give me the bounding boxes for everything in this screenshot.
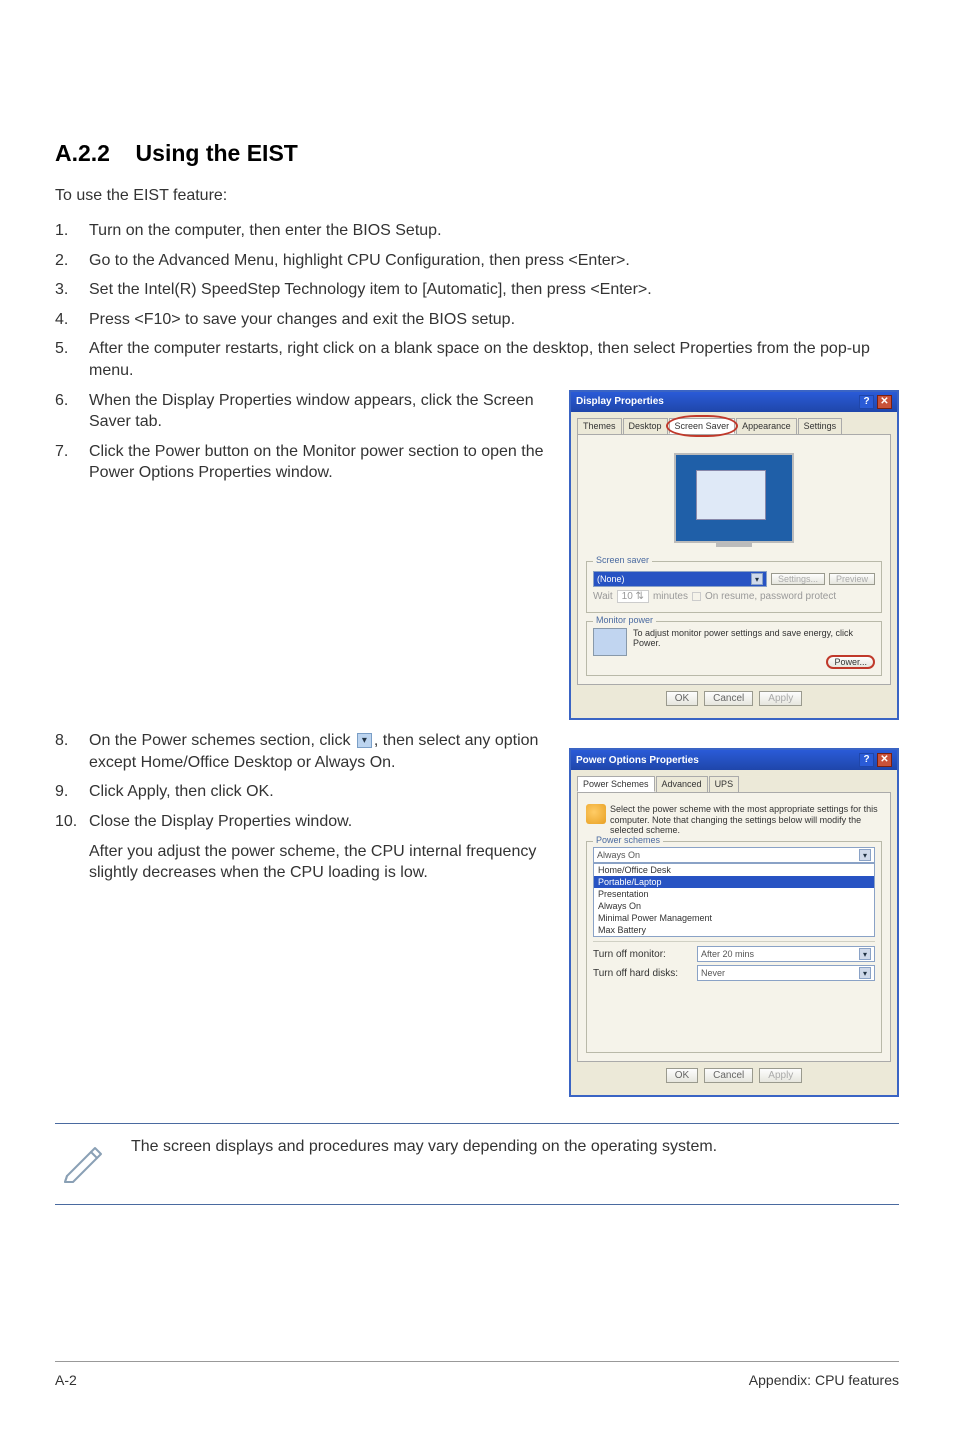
- note-text: The screen displays and procedures may v…: [131, 1132, 717, 1158]
- resume-label: On resume, password protect: [705, 591, 836, 602]
- ok-button[interactable]: OK: [666, 1068, 698, 1083]
- power-schemes-dropdown-list[interactable]: Home/Office Desk Portable/Laptop Present…: [593, 863, 875, 937]
- close-button[interactable]: ✕: [877, 395, 892, 409]
- section-number: A.2.2: [55, 140, 110, 166]
- list-item[interactable]: Presentation: [594, 888, 874, 900]
- tab-settings[interactable]: Settings: [798, 418, 843, 434]
- apply-button[interactable]: Apply: [759, 691, 802, 706]
- monitor-icon: [674, 453, 794, 543]
- monitor-power-text: To adjust monitor power settings and sav…: [633, 628, 875, 650]
- step-text: Close the Display Properties window.: [89, 811, 551, 833]
- select-value: Never: [701, 968, 725, 978]
- cancel-button[interactable]: Cancel: [704, 691, 753, 706]
- close-button[interactable]: ✕: [877, 753, 892, 767]
- footer-rule: [55, 1361, 899, 1362]
- tab-power-schemes[interactable]: Power Schemes: [577, 776, 655, 792]
- step-num: 1.: [55, 220, 89, 242]
- wait-unit: minutes: [653, 591, 688, 602]
- step-text: Set the Intel(R) SpeedStep Technology it…: [89, 279, 899, 301]
- page-footer: A-2 Appendix: CPU features: [55, 1372, 899, 1388]
- step-num: 8.: [55, 730, 89, 773]
- turnoff-monitor-select[interactable]: After 20 mins ▾: [697, 946, 875, 962]
- step-num: 2.: [55, 250, 89, 272]
- tab-desktop[interactable]: Desktop: [623, 418, 668, 434]
- tab-ups[interactable]: UPS: [709, 776, 740, 792]
- step-text: Go to the Advanced Menu, highlight CPU C…: [89, 250, 899, 272]
- monitor-preview: [586, 443, 882, 553]
- section-title-text: Using the EIST: [136, 140, 298, 166]
- step-text: Press <F10> to save your changes and exi…: [89, 309, 899, 331]
- chevron-down-icon: ▾: [357, 733, 372, 748]
- footer-title: Appendix: CPU features: [749, 1372, 899, 1388]
- step-num: 10.: [55, 811, 89, 833]
- list-item[interactable]: Portable/Laptop: [594, 876, 874, 888]
- step-num: 5.: [55, 338, 89, 381]
- step-text: When the Display Properties window appea…: [89, 390, 551, 433]
- dialog-title: Display Properties: [576, 396, 664, 407]
- ok-button[interactable]: OK: [666, 691, 698, 706]
- tab-themes[interactable]: Themes: [577, 418, 622, 434]
- chevron-down-icon: ▾: [751, 573, 763, 585]
- highlight-circle-icon: [666, 415, 739, 437]
- power-schemes-select[interactable]: Always On ▾: [593, 847, 875, 863]
- chevron-down-icon: ▾: [859, 849, 871, 861]
- pencil-note-icon: [55, 1132, 111, 1188]
- help-button[interactable]: ?: [859, 395, 874, 409]
- list-item[interactable]: Always On: [594, 900, 874, 912]
- select-value: After 20 mins: [701, 949, 754, 959]
- chevron-down-icon: ▾: [859, 948, 871, 960]
- note-callout: The screen displays and procedures may v…: [55, 1123, 899, 1205]
- screensaver-select[interactable]: (None) ▾: [593, 571, 767, 587]
- group-screensaver: Screen saver: [593, 555, 652, 565]
- turnoff-hd-select[interactable]: Never ▾: [697, 965, 875, 981]
- tab-advanced[interactable]: Advanced: [656, 776, 708, 792]
- tab-appearance[interactable]: Appearance: [736, 418, 797, 434]
- power-options-dialog: Power Options Properties ? ✕ Power Schem…: [569, 748, 899, 1097]
- list-item[interactable]: Minimal Power Management: [594, 912, 874, 924]
- step-num: 6.: [55, 390, 89, 433]
- list-item[interactable]: Home/Office Desk: [594, 864, 874, 876]
- apply-button[interactable]: Apply: [759, 1068, 802, 1083]
- step-text: After the computer restarts, right click…: [89, 338, 899, 381]
- step-text: On the Power schemes section, click ▾, t…: [89, 730, 551, 773]
- wait-spinner[interactable]: 10 ⇅: [617, 590, 649, 603]
- wait-label: Wait: [593, 591, 613, 602]
- followup-text: After you adjust the power scheme, the C…: [89, 841, 551, 884]
- power-blurb: Select the power scheme with the most ap…: [610, 804, 882, 835]
- chevron-down-icon: ▾: [859, 967, 871, 979]
- tab-screen-saver[interactable]: Screen Saver: [669, 418, 736, 434]
- resume-checkbox[interactable]: [692, 592, 701, 601]
- select-value: (None): [597, 574, 625, 584]
- step-text: Turn on the computer, then enter the BIO…: [89, 220, 899, 242]
- power-button[interactable]: Power...: [826, 655, 875, 669]
- step-num: 4.: [55, 309, 89, 331]
- cancel-button[interactable]: Cancel: [704, 1068, 753, 1083]
- step-text: Click the Power button on the Monitor po…: [89, 441, 551, 484]
- section-heading: A.2.2 Using the EIST: [55, 140, 899, 167]
- group-monitor-power: Monitor power: [593, 615, 656, 625]
- step-num: 7.: [55, 441, 89, 484]
- step-num: 9.: [55, 781, 89, 803]
- step-num: 3.: [55, 279, 89, 301]
- power-icon: [586, 804, 606, 824]
- turnoff-hd-label: Turn off hard disks:: [593, 968, 693, 979]
- display-properties-dialog: Display Properties ? ✕ Themes Desktop Sc…: [569, 390, 899, 721]
- preview-button[interactable]: Preview: [829, 573, 875, 585]
- intro-text: To use the EIST feature:: [55, 187, 899, 205]
- step-text: Click Apply, then click OK.: [89, 781, 551, 803]
- dialog-title: Power Options Properties: [576, 755, 699, 766]
- page-number: A-2: [55, 1372, 77, 1388]
- monitor-power-icon: [593, 628, 627, 656]
- select-value: Always On: [597, 850, 640, 860]
- help-button[interactable]: ?: [859, 753, 874, 767]
- settings-button[interactable]: Settings...: [771, 573, 825, 585]
- group-power-schemes: Power schemes: [593, 835, 663, 845]
- turnoff-monitor-label: Turn off monitor:: [593, 949, 693, 960]
- list-item[interactable]: Max Battery: [594, 924, 874, 936]
